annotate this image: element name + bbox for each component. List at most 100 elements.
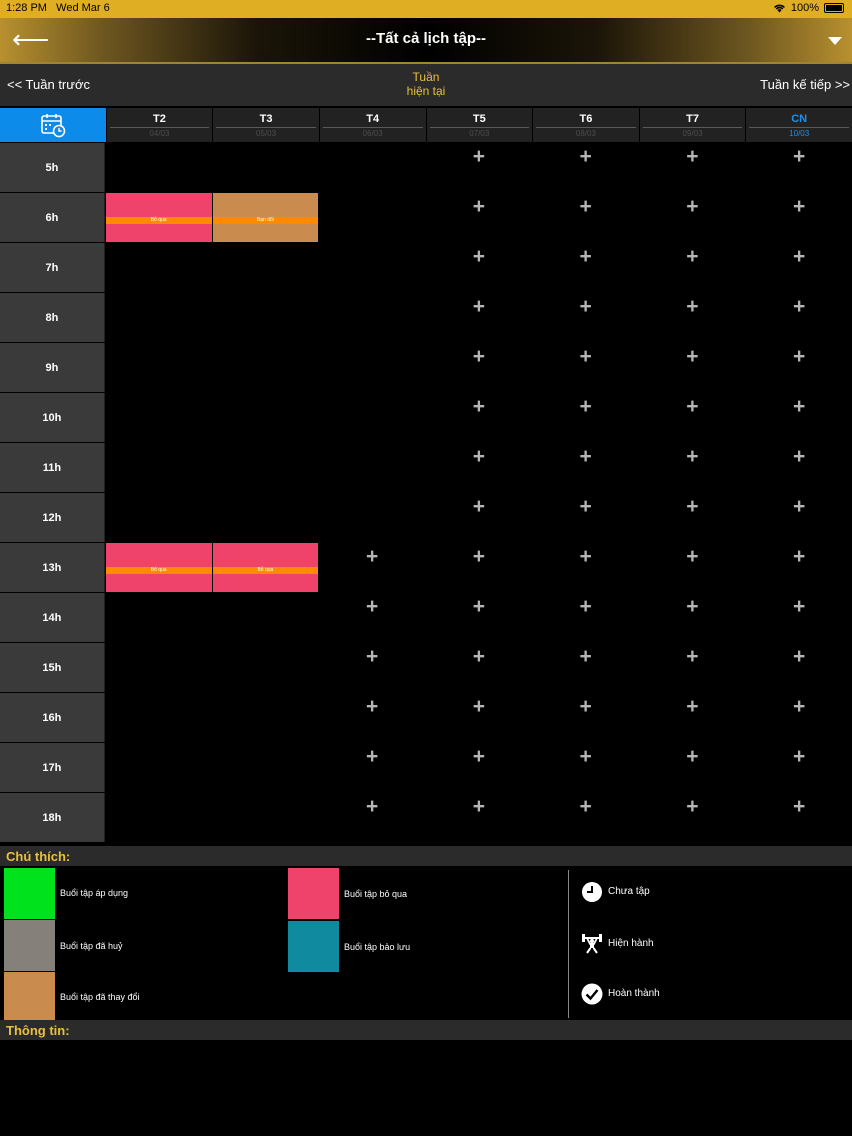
slot-t6-12h[interactable]: + — [532, 493, 639, 542]
slot-t5-15h[interactable]: + — [426, 643, 532, 692]
add-session-icon[interactable]: + — [426, 246, 532, 267]
slot-t4-16h[interactable]: + — [319, 693, 425, 742]
slot-cn-7h[interactable]: + — [746, 243, 852, 292]
add-session-icon[interactable]: + — [426, 296, 532, 317]
slot-t6-18h[interactable]: + — [532, 793, 639, 842]
add-session-icon[interactable]: + — [746, 596, 852, 617]
add-session-icon[interactable]: + — [426, 446, 532, 467]
slot-cn-18h[interactable]: + — [746, 793, 852, 842]
add-session-icon[interactable]: + — [319, 546, 425, 567]
current-week-button[interactable]: Tuần hiện tại — [376, 70, 476, 98]
add-session-icon[interactable]: + — [426, 396, 532, 417]
add-session-icon[interactable]: + — [533, 346, 639, 367]
slot-cn-10h[interactable]: + — [746, 393, 852, 442]
slot-t7-9h[interactable]: + — [639, 343, 746, 392]
slot-t5-5h[interactable]: + — [426, 143, 532, 192]
add-session-icon[interactable]: + — [640, 346, 746, 367]
add-session-icon[interactable]: + — [319, 696, 425, 717]
slot-t5-18h[interactable]: + — [426, 793, 532, 842]
slot-t6-6h[interactable]: + — [532, 193, 639, 242]
add-session-icon[interactable]: + — [746, 746, 852, 767]
add-session-icon[interactable]: + — [533, 396, 639, 417]
add-session-icon[interactable]: + — [746, 496, 852, 517]
previous-week-button[interactable]: << Tuần trước — [7, 77, 90, 92]
slot-t7-12h[interactable]: + — [639, 493, 746, 542]
next-week-button[interactable]: Tuần kế tiếp >> — [760, 77, 850, 92]
add-session-icon[interactable]: + — [640, 746, 746, 767]
add-session-icon[interactable]: + — [533, 496, 639, 517]
add-session-icon[interactable]: + — [640, 696, 746, 717]
slot-t6-14h[interactable]: + — [532, 593, 639, 642]
slot-t6-13h[interactable]: + — [532, 543, 639, 592]
add-session-icon[interactable]: + — [640, 296, 746, 317]
add-session-icon[interactable]: + — [640, 146, 746, 167]
slot-t7-5h[interactable]: + — [639, 143, 746, 192]
add-session-icon[interactable]: + — [533, 796, 639, 817]
add-session-icon[interactable]: + — [426, 196, 532, 217]
slot-t5-13h[interactable]: + — [426, 543, 532, 592]
add-session-icon[interactable]: + — [533, 196, 639, 217]
slot-t4-18h[interactable]: + — [319, 793, 425, 842]
slot-cn-13h[interactable]: + — [746, 543, 852, 592]
slot-t7-10h[interactable]: + — [639, 393, 746, 442]
add-session-icon[interactable]: + — [426, 546, 532, 567]
slot-t5-11h[interactable]: + — [426, 443, 532, 492]
add-session-icon[interactable]: + — [640, 596, 746, 617]
slot-t5-17h[interactable]: + — [426, 743, 532, 792]
add-session-icon[interactable]: + — [640, 546, 746, 567]
slot-t5-10h[interactable]: + — [426, 393, 532, 442]
session-block[interactable]: Bỏ qua — [105, 543, 212, 592]
add-session-icon[interactable]: + — [426, 146, 532, 167]
slot-t7-11h[interactable]: + — [639, 443, 746, 492]
slot-cn-17h[interactable]: + — [746, 743, 852, 792]
add-session-icon[interactable]: + — [746, 646, 852, 667]
slot-t5-6h[interactable]: + — [426, 193, 532, 242]
add-session-icon[interactable]: + — [746, 346, 852, 367]
slot-t6-9h[interactable]: + — [532, 343, 639, 392]
slot-cn-5h[interactable]: + — [746, 143, 852, 192]
slot-t6-5h[interactable]: + — [532, 143, 639, 192]
slot-t7-17h[interactable]: + — [639, 743, 746, 792]
add-session-icon[interactable]: + — [426, 696, 532, 717]
slot-cn-15h[interactable]: + — [746, 643, 852, 692]
add-session-icon[interactable]: + — [533, 446, 639, 467]
slot-t4-15h[interactable]: + — [319, 643, 425, 692]
slot-t5-16h[interactable]: + — [426, 693, 532, 742]
slot-t7-8h[interactable]: + — [639, 293, 746, 342]
add-session-icon[interactable]: + — [640, 446, 746, 467]
slot-cn-8h[interactable]: + — [746, 293, 852, 342]
add-session-icon[interactable]: + — [640, 646, 746, 667]
add-session-icon[interactable]: + — [426, 646, 532, 667]
slot-t5-14h[interactable]: + — [426, 593, 532, 642]
add-session-icon[interactable]: + — [746, 146, 852, 167]
add-session-icon[interactable]: + — [533, 746, 639, 767]
add-session-icon[interactable]: + — [640, 246, 746, 267]
add-session-icon[interactable]: + — [426, 346, 532, 367]
calendar-clock-icon[interactable] — [0, 108, 106, 142]
add-session-icon[interactable]: + — [746, 296, 852, 317]
slot-t5-9h[interactable]: + — [426, 343, 532, 392]
slot-t7-14h[interactable]: + — [639, 593, 746, 642]
slot-t4-14h[interactable]: + — [319, 593, 425, 642]
add-session-icon[interactable]: + — [533, 146, 639, 167]
add-session-icon[interactable]: + — [746, 696, 852, 717]
slot-t7-7h[interactable]: + — [639, 243, 746, 292]
slot-t6-7h[interactable]: + — [532, 243, 639, 292]
add-session-icon[interactable]: + — [746, 446, 852, 467]
slot-cn-14h[interactable]: + — [746, 593, 852, 642]
slot-t5-8h[interactable]: + — [426, 293, 532, 342]
slot-t7-18h[interactable]: + — [639, 793, 746, 842]
slot-t4-13h[interactable]: + — [319, 543, 425, 592]
slot-t7-13h[interactable]: + — [639, 543, 746, 592]
slot-t6-16h[interactable]: + — [532, 693, 639, 742]
add-session-icon[interactable]: + — [746, 546, 852, 567]
add-session-icon[interactable]: + — [426, 496, 532, 517]
add-session-icon[interactable]: + — [533, 696, 639, 717]
slot-cn-16h[interactable]: + — [746, 693, 852, 742]
add-session-icon[interactable]: + — [426, 596, 532, 617]
add-session-icon[interactable]: + — [533, 596, 639, 617]
slot-t6-15h[interactable]: + — [532, 643, 639, 692]
add-session-icon[interactable]: + — [319, 596, 425, 617]
session-block[interactable]: Bạn đổi — [212, 193, 319, 242]
add-session-icon[interactable]: + — [533, 246, 639, 267]
